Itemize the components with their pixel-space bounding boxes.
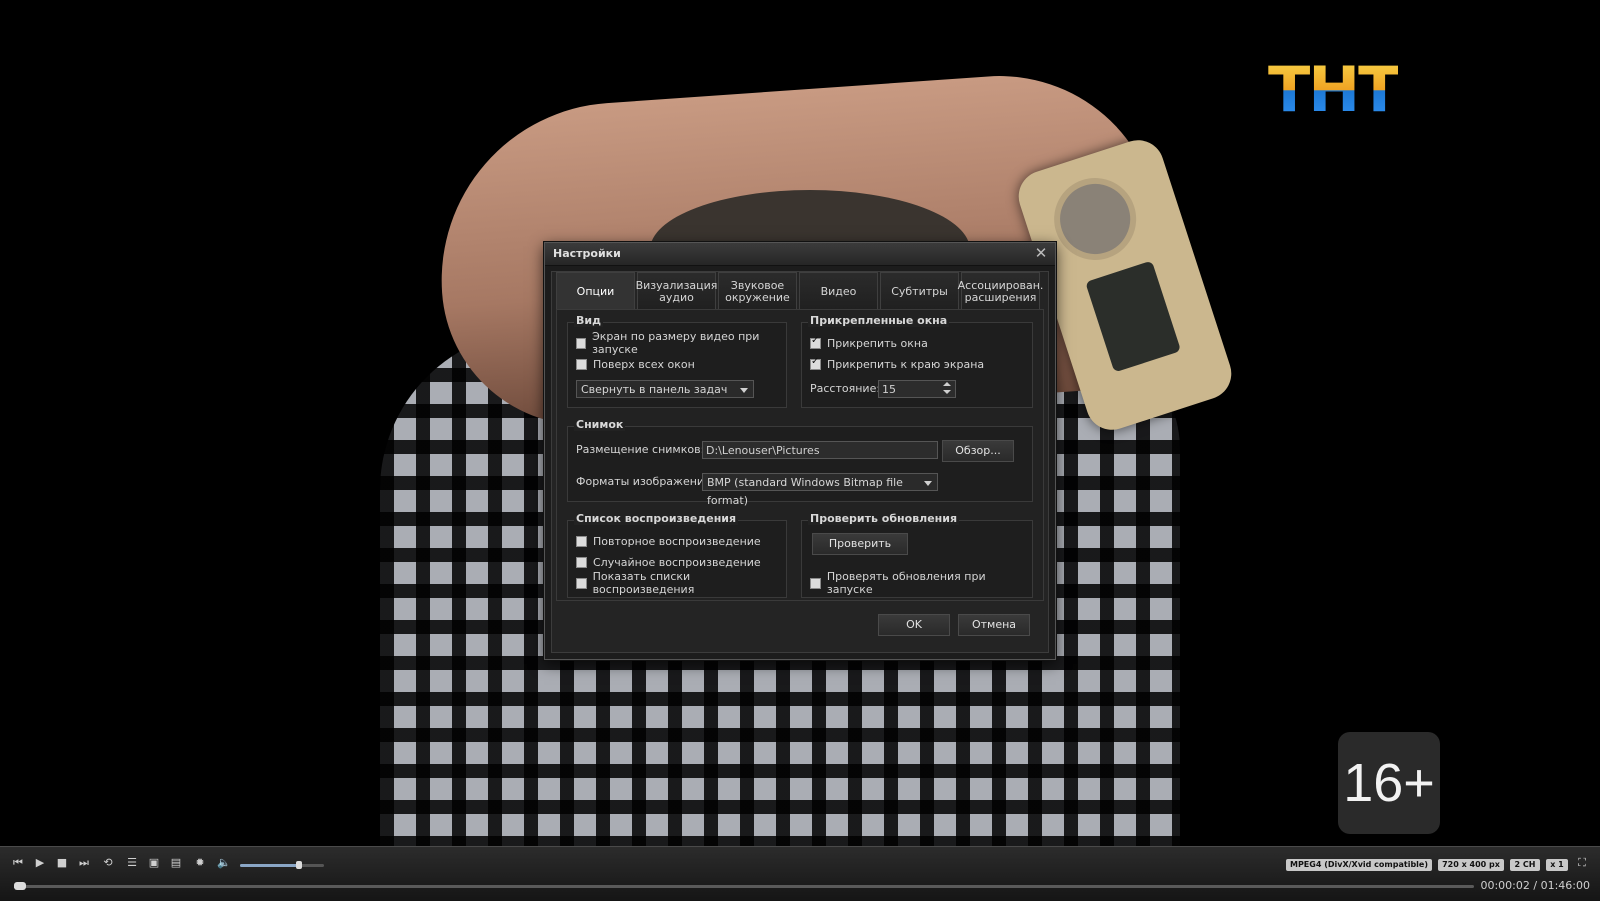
updates-legend: Проверить обновления [808,512,959,525]
playlist-group: Список воспроизведения Повторное воспрои… [567,520,787,598]
time-display: 00:00:02 / 01:46:00 [1480,879,1590,892]
fullscreen-icon[interactable]: ⛶ [1574,855,1590,871]
spin-down-icon[interactable] [943,390,951,394]
next-icon[interactable]: ⏭ [76,855,92,871]
playlist-icon[interactable]: ☰ [124,855,140,871]
fit-screen-label: Экран по размеру видео при запуске [592,330,786,356]
cancel-button[interactable]: Отмена [958,614,1030,636]
attach-edge-checkbox[interactable]: Прикрепить к краю экрана [810,356,984,372]
resolution-badge: 720 x 400 px [1438,859,1504,871]
image-format-value: BMP (standard Windows Bitmap file format… [707,476,903,507]
distance-spinner[interactable] [942,380,952,398]
phone-dial [1043,167,1146,270]
control-row: ⏮ ▶ ■ ⏭ ⟲ ☰ ▣ ▤ ✹ 🔈 MPEG4 (DivX/Xvid com… [0,853,1600,873]
attach-windows-box[interactable] [810,338,821,349]
view-group: Вид Экран по размеру видео при запуске П… [567,322,787,408]
shuffle-checkbox[interactable]: Случайное воспроизведение [576,554,761,570]
docked-windows-group: Прикрепленные окна Прикрепить окна Прикр… [801,322,1033,408]
shuffle-label: Случайное воспроизведение [593,556,761,569]
ok-button[interactable]: OK [878,614,950,636]
dialog-title: Настройки [553,247,621,260]
tab-video[interactable]: Видео [799,272,878,310]
check-updates-button[interactable]: Проверить [812,533,908,555]
attach-windows-label: Прикрепить окна [827,337,928,350]
minimize-select[interactable]: Свернуть в панель задач [576,380,754,398]
stop-icon[interactable]: ■ [54,855,70,871]
chevron-down-icon [924,481,932,486]
dialog-titlebar[interactable]: Настройки ✕ [545,243,1055,266]
repeat-label: Повторное воспроизведение [593,535,761,548]
time-total: 01:46:00 [1541,879,1590,892]
shuffle-box[interactable] [576,557,587,568]
check-on-start-label: Проверять обновления при запуске [827,570,1032,596]
chevron-down-icon [740,388,748,393]
volume-fill [240,864,299,867]
spin-up-icon[interactable] [943,382,951,386]
distance-value: 15 [882,383,896,396]
image-format-select[interactable]: BMP (standard Windows Bitmap file format… [702,473,938,491]
settings-dialog: Настройки ✕ Опции Визуализация аудио Зву… [544,242,1056,660]
attach-edge-box[interactable] [810,359,821,370]
tab-audio-visualization[interactable]: Визуализация аудио [637,272,716,310]
volume-knob[interactable] [296,861,302,869]
on-top-label: Поверх всех окон [593,358,695,371]
phone-screen [1085,261,1181,373]
codec-badge: MPEG4 (DivX/Xvid compatible) [1286,859,1432,871]
fit-screen-checkbox[interactable]: Экран по размеру видео при запуске [576,335,786,351]
volume-icon[interactable]: 🔈 [216,855,232,871]
player-controls: ⏮ ▶ ■ ⏭ ⟲ ☰ ▣ ▤ ✹ 🔈 MPEG4 (DivX/Xvid com… [0,846,1600,901]
image-format-label: Форматы изображений: [576,475,715,488]
channel-logo: ТНТ [1268,60,1398,120]
check-on-start-box[interactable] [810,578,821,589]
view-legend: Вид [574,314,603,327]
on-top-checkbox[interactable]: Поверх всех окон [576,356,695,372]
options-panel: Вид Экран по размеру видео при запуске П… [556,309,1044,601]
close-icon[interactable]: ✕ [1033,245,1049,261]
tab-surround-sound[interactable]: Звуковое окружение [718,272,797,310]
repeat-icon[interactable]: ⟲ [100,855,116,871]
volume-slider[interactable] [240,864,324,867]
on-top-box[interactable] [576,359,587,370]
docked-legend: Прикрепленные окна [808,314,949,327]
updates-group: Проверить обновления Проверить Проверять… [801,520,1033,598]
speed-badge[interactable]: x 1 [1546,859,1568,871]
check-on-start-checkbox[interactable]: Проверять обновления при запуске [810,575,1032,591]
repeat-box[interactable] [576,536,587,547]
fit-screen-box[interactable] [576,338,586,349]
seek-knob[interactable] [14,882,26,890]
snapshot-location-label: Размещение снимков: [576,443,704,456]
settings-icon[interactable]: ▤ [168,855,184,871]
show-lists-label: Показать списки воспроизведения [593,570,786,596]
tab-bar: Опции Визуализация аудио Звуковое окруже… [556,272,1042,310]
browse-button[interactable]: Обзор... [942,440,1014,462]
snapshot-group: Снимок Размещение снимков: D:\Lenouser\P… [567,426,1033,502]
show-lists-checkbox[interactable]: Показать списки воспроизведения [576,575,786,591]
repeat-checkbox[interactable]: Повторное воспроизведение [576,533,761,549]
tab-file-associations[interactable]: Ассоциирован. расширения [961,272,1040,310]
tab-subtitles[interactable]: Субтитры [880,272,959,310]
brightness-icon[interactable]: ✹ [192,855,208,871]
time-separator: / [1533,879,1537,892]
show-lists-box[interactable] [576,578,587,589]
dialog-body: Опции Визуализация аудио Звуковое окруже… [551,271,1049,653]
snapshot-legend: Снимок [574,418,625,431]
snapshot-icon[interactable]: ▣ [146,855,162,871]
minimize-select-value: Свернуть в панель задач [581,383,727,396]
distance-label: Расстояние: [810,382,880,395]
play-icon[interactable]: ▶ [32,855,48,871]
tab-options[interactable]: Опции [556,272,635,310]
snapshot-location-value: D:\Lenouser\Pictures [706,444,820,457]
snapshot-location-input[interactable]: D:\Lenouser\Pictures [702,441,938,459]
prev-icon[interactable]: ⏮ [10,855,26,871]
seek-bar[interactable] [14,885,1474,888]
playlist-legend: Список воспроизведения [574,512,738,525]
attach-windows-checkbox[interactable]: Прикрепить окна [810,335,928,351]
age-rating-badge: 16+ [1338,732,1440,834]
channels-badge: 2 CH [1510,859,1540,871]
attach-edge-label: Прикрепить к краю экрана [827,358,984,371]
time-current: 00:00:02 [1480,879,1529,892]
